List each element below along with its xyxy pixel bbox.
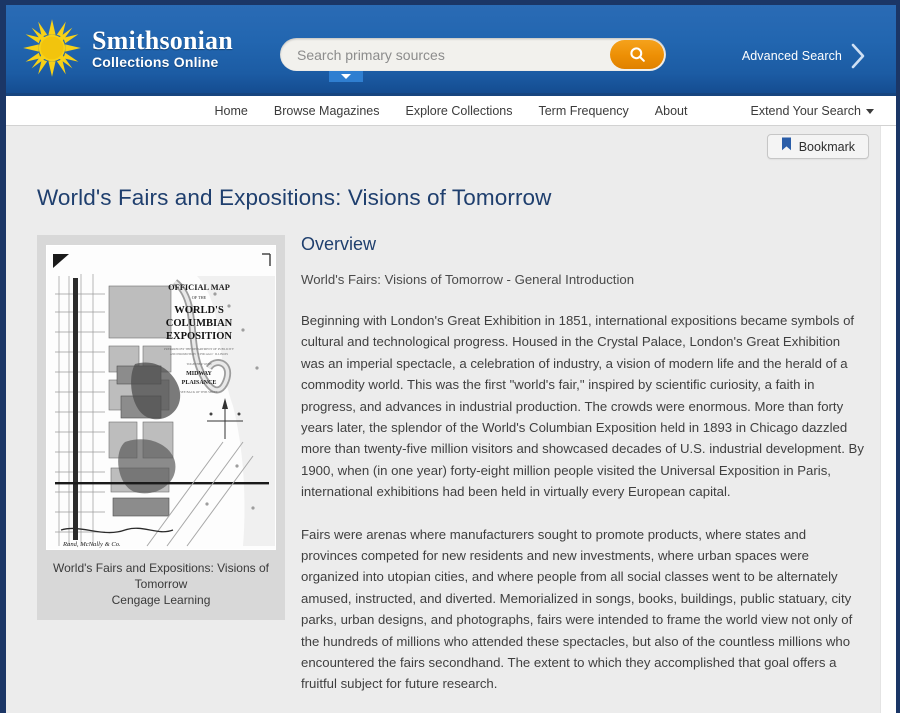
page-root: Smithsonian Collections Online Search pr… — [6, 5, 896, 713]
bookmark-icon — [781, 137, 792, 156]
main-navigation: Home Browse Magazines Explore Collection… — [6, 96, 896, 126]
overview-paragraph-1: Beginning with London's Great Exhibition… — [301, 312, 864, 500]
overview-subtitle: World's Fairs: Visions of Tomorrow - Gen… — [301, 271, 635, 287]
svg-text:EXPOSITION: EXPOSITION — [166, 331, 232, 342]
page-toolbar: Bookmark — [15, 126, 887, 159]
nav-item-term-frequency[interactable]: Term Frequency — [525, 96, 641, 126]
svg-text:AND PROMOTION · CHICAGO · ILLI: AND PROMOTION · CHICAGO · ILLINOIS — [170, 352, 228, 356]
brand-text: Smithsonian Collections Online — [92, 25, 233, 71]
overview-column: Overview World's Fairs: Visions of Tomor… — [301, 234, 887, 713]
svg-text:PREPARED BY THE DEPARTMENT OF: PREPARED BY THE DEPARTMENT OF PUBLICITY — [164, 347, 235, 351]
overview-heading: Overview — [301, 234, 377, 254]
nav-item-about[interactable]: About — [642, 96, 701, 126]
page-title: World's Fairs and Expositions: Visions o… — [37, 185, 552, 210]
media-caption: World's Fairs and Expositions: Visions o… — [53, 561, 269, 591]
brand-title: Smithsonian — [92, 25, 233, 55]
page-inner: Bookmark World's Fairs and Expositions: … — [15, 126, 887, 713]
site-header: Smithsonian Collections Online Search pr… — [6, 5, 896, 96]
advanced-search-link[interactable]: Advanced Search — [742, 41, 868, 71]
nav-item-browse-magazines[interactable]: Browse Magazines — [261, 96, 393, 126]
svg-text:SEE BACK OF THIS SHEET: SEE BACK OF THIS SHEET — [180, 390, 218, 394]
svg-text:WORLD'S: WORLD'S — [174, 305, 224, 316]
svg-text:PLAISANCE: PLAISANCE — [182, 380, 217, 386]
page-body: Bookmark World's Fairs and Expositions: … — [6, 126, 896, 713]
svg-text:TOGETHER WITH: TOGETHER WITH — [186, 362, 212, 366]
collection-image[interactable]: OFFICIAL MAP OF THE WORLD'S COLUMBIAN EX… — [46, 245, 276, 550]
map-title-official-map: OFFICIAL MAP — [168, 283, 230, 292]
brand-subtitle: Collections Online — [92, 54, 219, 71]
svg-text:Rand, McNally & Co.: Rand, McNally & Co. — [62, 541, 121, 548]
page-scrollbar[interactable] — [880, 126, 896, 713]
site-brand[interactable]: Smithsonian Collections Online — [22, 18, 233, 78]
media-credit: Cengage Learning — [111, 592, 211, 607]
search-pill — [280, 38, 666, 71]
content-columns: OFFICIAL MAP OF THE WORLD'S COLUMBIAN EX… — [15, 211, 887, 713]
extend-your-search-menu[interactable]: Extend Your Search — [750, 96, 874, 126]
browser-frame: Smithsonian Collections Online Search pr… — [0, 0, 900, 713]
chevron-right-icon — [848, 41, 868, 71]
media-panel: OFFICIAL MAP OF THE WORLD'S COLUMBIAN EX… — [37, 235, 285, 621]
sun-icon — [22, 18, 82, 78]
search-area — [280, 38, 666, 82]
nav-item-home[interactable]: Home — [202, 96, 261, 126]
chevron-down-icon — [341, 74, 351, 79]
search-scope-dropdown[interactable] — [329, 71, 363, 82]
extend-your-search-label: Extend Your Search — [750, 104, 862, 118]
bookmark-label: Bookmark — [798, 139, 855, 154]
nav-item-explore-collections[interactable]: Explore Collections — [392, 96, 525, 126]
search-icon — [628, 45, 647, 64]
bookmark-button[interactable]: Bookmark — [766, 134, 869, 159]
advanced-search-label: Advanced Search — [741, 49, 842, 63]
overview-paragraph-2: Fairs were arenas where manufacturers so… — [301, 526, 853, 692]
search-input[interactable] — [280, 39, 610, 70]
search-button[interactable] — [610, 40, 664, 69]
caret-down-icon — [866, 108, 874, 114]
svg-text:MIDWAY: MIDWAY — [186, 371, 212, 377]
svg-text:COLUMBIAN: COLUMBIAN — [166, 318, 233, 329]
svg-text:OF THE: OF THE — [192, 295, 207, 300]
